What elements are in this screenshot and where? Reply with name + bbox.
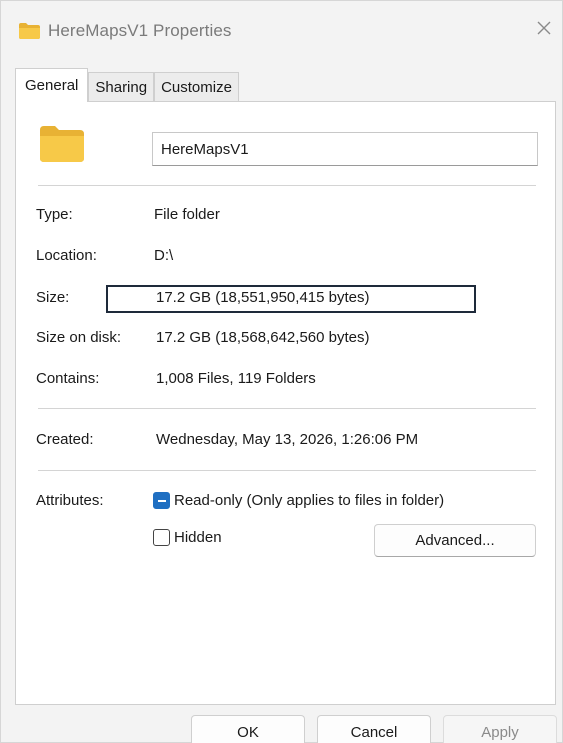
close-icon [536,20,552,41]
readonly-checkbox-row[interactable]: Read-only (Only applies to files in fold… [153,492,444,509]
tab-sharing[interactable]: Sharing [88,72,155,102]
divider [38,185,536,186]
folder-icon [40,126,84,162]
folder-icon [19,23,40,39]
tab-strip: General Sharing Customize [15,68,239,102]
divider [38,408,536,409]
contains-value: 1,008 Files, 119 Folders [156,370,316,387]
created-label: Created: [36,431,94,448]
folder-name-input[interactable] [152,132,538,166]
readonly-checkbox[interactable] [153,492,170,509]
readonly-label: Read-only (Only applies to files in fold… [174,492,445,509]
tab-label: General [25,77,79,94]
size-label: Size: [36,289,70,306]
created-value: Wednesday, May 13, 2026, 1:26:06 PM [156,431,419,448]
title-bar[interactable]: HereMapsV1 Properties [1,1,562,59]
location-value: D:\ [154,247,174,264]
location-label: Location: [36,247,97,264]
tab-general[interactable]: General [15,68,89,102]
attributes-label: Attributes: [36,492,104,509]
ok-button[interactable]: OK [191,715,305,743]
cancel-button[interactable]: Cancel [317,715,431,743]
tab-label: Sharing [95,79,148,96]
apply-button[interactable]: Apply [443,715,557,743]
tab-customize[interactable]: Customize [154,72,239,102]
type-value: File folder [154,206,220,223]
hidden-checkbox[interactable] [153,529,170,546]
close-button[interactable] [531,17,557,43]
window-title: HereMapsV1 Properties [48,21,232,40]
size-value: 17.2 GB (18,551,950,415 bytes) [156,289,370,306]
general-panel: Type: File folder Location: D:\ Size: 17… [15,101,556,705]
advanced-button[interactable]: Advanced... [374,524,536,557]
tab-label: Customize [161,79,232,96]
size-on-disk-value: 17.2 GB (18,568,642,560 bytes) [156,329,370,346]
type-label: Type: [36,206,73,223]
size-on-disk-label: Size on disk: [36,329,122,346]
divider [38,470,536,471]
hidden-checkbox-row[interactable]: Hidden [153,529,222,546]
contains-label: Contains: [36,370,100,387]
properties-dialog: HereMapsV1 Properties General Sharing Cu… [0,0,563,743]
hidden-label: Hidden [174,529,222,546]
